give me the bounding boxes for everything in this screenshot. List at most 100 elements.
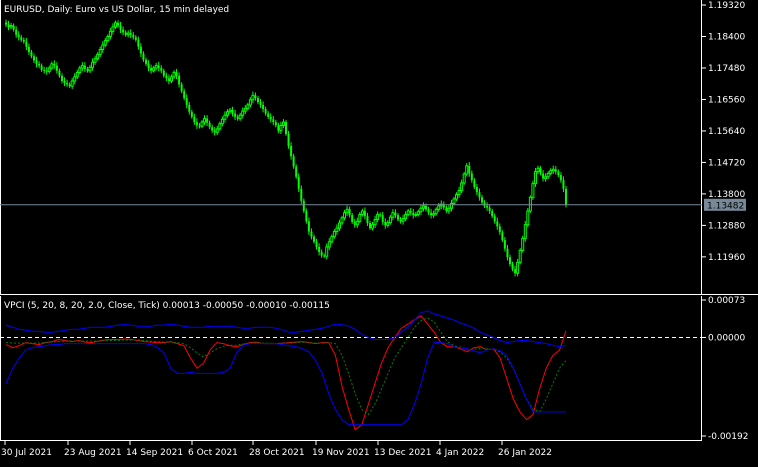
x-tick-label: 6 Oct 2021 [188,448,238,458]
candle-body-bear [302,200,305,212]
candle-body-bull [373,219,377,226]
candle [526,207,530,228]
candle-body-bear [162,70,165,76]
candle-body-bear [384,221,387,226]
candle-body-bear [137,39,140,47]
candle [285,119,287,136]
candle-body-bear [58,70,61,76]
candle-body-bear [254,95,257,99]
candle-body-bear [323,255,326,257]
candle-body-bear [488,207,491,212]
candle-body-bear [348,209,351,216]
candle-body-bull [47,67,51,72]
candle-body-bull [434,208,438,215]
candle [462,171,466,185]
candle-body-bear [206,118,209,123]
candle-body-bear [290,146,293,157]
candle-body-bull [421,205,425,209]
candle-body-bull [111,26,115,32]
candle-body-bull [465,165,469,175]
candle-body-bear [394,212,397,216]
candle-body-bear [129,33,132,35]
candle-body-bull [404,213,408,220]
candle-body-bull [218,123,222,130]
candle-body-bear [22,39,25,42]
y-tick-label: 1.17480 [708,64,745,74]
candle-body-bear [167,78,170,81]
candle-body-bear [40,65,43,71]
x-tick-label: 30 Jul 2021 [1,448,52,458]
candle-body-bull [460,182,464,191]
candle-body-bull [401,218,405,222]
candle-body-bear [475,187,478,193]
candle-body-bear [185,98,188,105]
candle-body-bear [45,70,48,72]
candle-body-bull [73,76,77,82]
y-tick-label: 1.16560 [708,95,745,105]
candle-body-bull [335,227,339,233]
main-chart-title: EURUSD, Daily: Euro vs US Dollar, 15 min… [4,5,229,15]
candle-body-bear [150,67,153,71]
candle-body-bull [243,107,247,112]
candle-body-bull [371,224,375,229]
candle-body-bull [437,205,441,210]
candle-body-bull [457,189,461,196]
chart-svg[interactable]: 1.19320 1.18400 1.17480 1.16560 1.15640 1.147… [0,0,758,463]
candle-body-bear [539,168,542,174]
x-tick-label: 13 Dec 2021 [374,448,432,458]
candle-body-bear [285,122,287,135]
candle-body-bear [117,22,119,26]
candle-body-bull [462,173,466,184]
candle-body-bull [531,183,535,198]
candle-body-bear [481,197,483,203]
candle-body-bear [61,75,63,81]
candle-body-bull [340,217,344,224]
candle-body-bear [20,37,23,40]
candle-body-bear [300,188,303,201]
candle-body-bear [259,102,262,105]
candle-body-bull [98,49,102,55]
candle-body-bull [551,168,555,172]
candle-body-bear [198,125,201,127]
candle-body-bear [145,59,147,64]
candle-body-bear [353,221,356,225]
candle-body-bear [473,180,476,188]
candle-body-bull [452,198,456,204]
candle-body-bull [152,67,156,72]
candle-body-bear [236,116,239,119]
candle-body-bull [523,224,527,239]
candle-body-bull [108,30,112,38]
candle-body-bear [514,269,517,274]
candle-body-bear [33,56,35,61]
candle-body-bull [281,121,285,126]
candle-body-bear [269,116,272,120]
candle-body-bear [147,63,150,68]
candle-body-bull [172,71,176,78]
candle-body-bull [279,124,283,132]
candle-body-bear [178,75,181,85]
indicator-tick-label: -0.00192 [708,432,748,442]
candle-body-bear [409,211,412,213]
candle-body-bear [190,111,193,117]
candle-body-bull [521,237,525,251]
candle-body-bear [193,116,196,123]
candle-body-bull [546,172,550,178]
candle-body-bull [414,213,418,216]
candle-body-bear [430,212,433,216]
candle-body-bull [528,196,532,212]
candle-body-bear [318,246,321,253]
x-tick-label: 14 Sep 2021 [126,448,183,458]
candle-body-bear [381,215,384,222]
x-tick-label: 26 Jan 2022 [498,448,552,458]
candle-body-bear [83,65,86,70]
candle-body-bear [511,264,514,270]
candle-body-bear [425,205,427,210]
candle-body-bear [30,51,33,57]
candle-body-bear [195,122,198,126]
candle-body-bull [386,222,390,226]
candle-body-bull [91,61,95,68]
candle-body-bear [506,248,509,258]
indicator-title: VPCI (5, 20, 8, 20, 2.0, Close, Tick) 0.… [4,301,330,311]
candle-body-bear [483,202,486,206]
candle-body-bull [241,110,245,116]
